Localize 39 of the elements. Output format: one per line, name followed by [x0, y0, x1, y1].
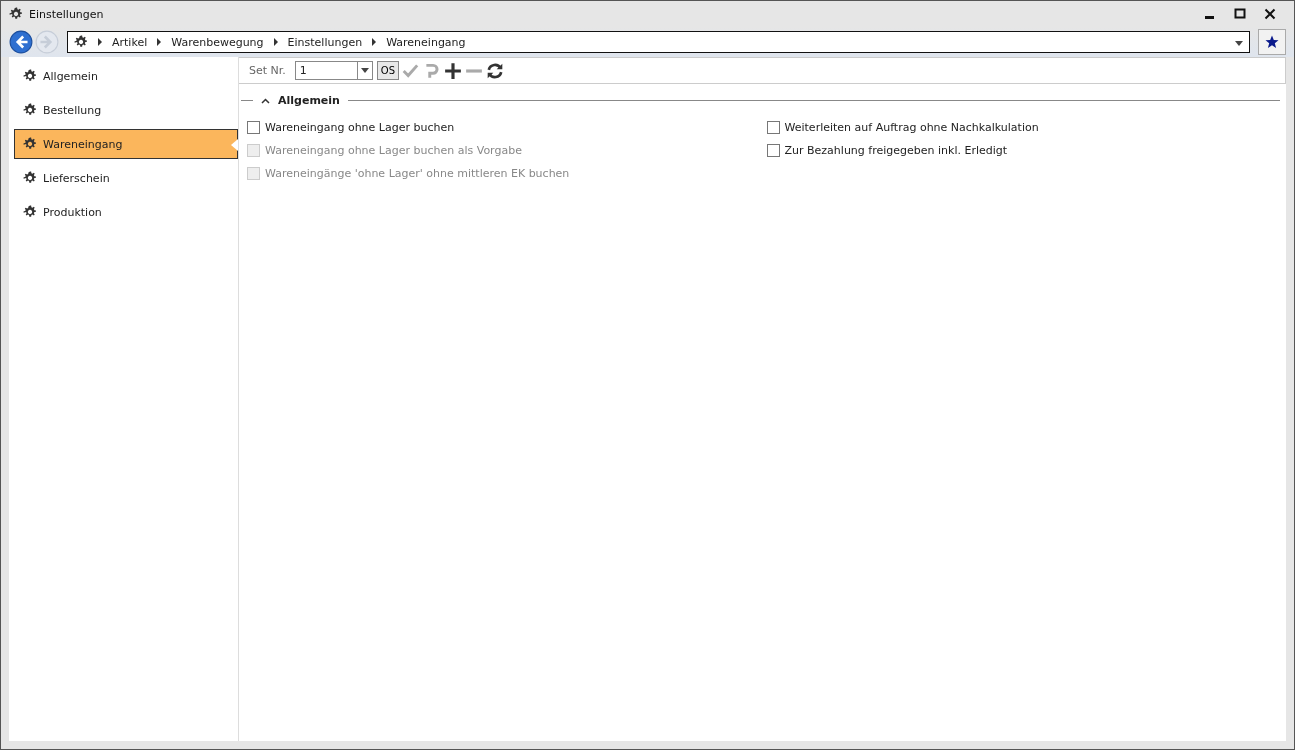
set-number-dropdown[interactable]: 1 [294, 61, 373, 80]
checkbox-label: Weiterleiten auf Auftrag ohne Nachkalkulation [784, 121, 1039, 134]
checkbox-label: Zur Bezahlung freigegeben inkl. Erledigt [784, 144, 1008, 157]
sidebar-item[interactable]: Produktion [14, 197, 238, 227]
gear-icon [9, 7, 23, 21]
sidebar-item[interactable]: Allgemein [14, 61, 238, 91]
window-title: Einstellungen [29, 7, 104, 21]
dropdown-caret-icon[interactable] [1235, 40, 1243, 46]
checkbox[interactable] [766, 121, 780, 134]
breadcrumb-item[interactable]: Warenbewegung [171, 35, 264, 49]
gear-icon [23, 205, 37, 219]
checkbox[interactable] [247, 121, 260, 134]
checkbox[interactable] [766, 144, 780, 157]
set-number-label: Set Nr. [249, 64, 286, 77]
maximize-icon[interactable] [1234, 8, 1246, 20]
checkbox-label: Wareneingänge 'ohne Lager' ohne mittleren EK buchen [265, 167, 570, 180]
close-icon[interactable] [1264, 8, 1276, 20]
sidebar-item[interactable]: Lieferschein [14, 163, 238, 193]
breadcrumb-item[interactable]: Wareneingang [386, 35, 466, 49]
collapse-caret-icon[interactable] [261, 98, 270, 104]
plus-icon[interactable] [444, 61, 463, 80]
breadcrumb-bar[interactable]: Artikel Warenbewegung Einstellungen Wareneingang [67, 31, 1250, 53]
gear-icon [23, 103, 37, 117]
favorite-button[interactable] [1258, 29, 1286, 55]
gear-icon [74, 35, 88, 49]
star-icon [1265, 35, 1279, 49]
section-title: Allgemein [278, 94, 340, 107]
dropdown-caret-icon[interactable] [360, 68, 369, 73]
breadcrumb-item[interactable]: Einstellungen [287, 35, 363, 49]
gear-icon [23, 137, 37, 151]
checkbox-label: Wareneingang ohne Lager buchen [265, 121, 455, 134]
refresh-icon[interactable] [486, 61, 505, 80]
checkbox-label: Wareneingang ohne Lager buchen als Vorgabe [265, 144, 522, 157]
gear-icon [23, 171, 37, 185]
breadcrumb-item[interactable]: Artikel [112, 35, 148, 49]
gear-icon [23, 69, 37, 83]
sidebar-item[interactable]: Wareneingang [14, 129, 238, 159]
sidebar-item[interactable]: Bestellung [14, 95, 238, 125]
os-button[interactable]: OS [376, 61, 400, 80]
